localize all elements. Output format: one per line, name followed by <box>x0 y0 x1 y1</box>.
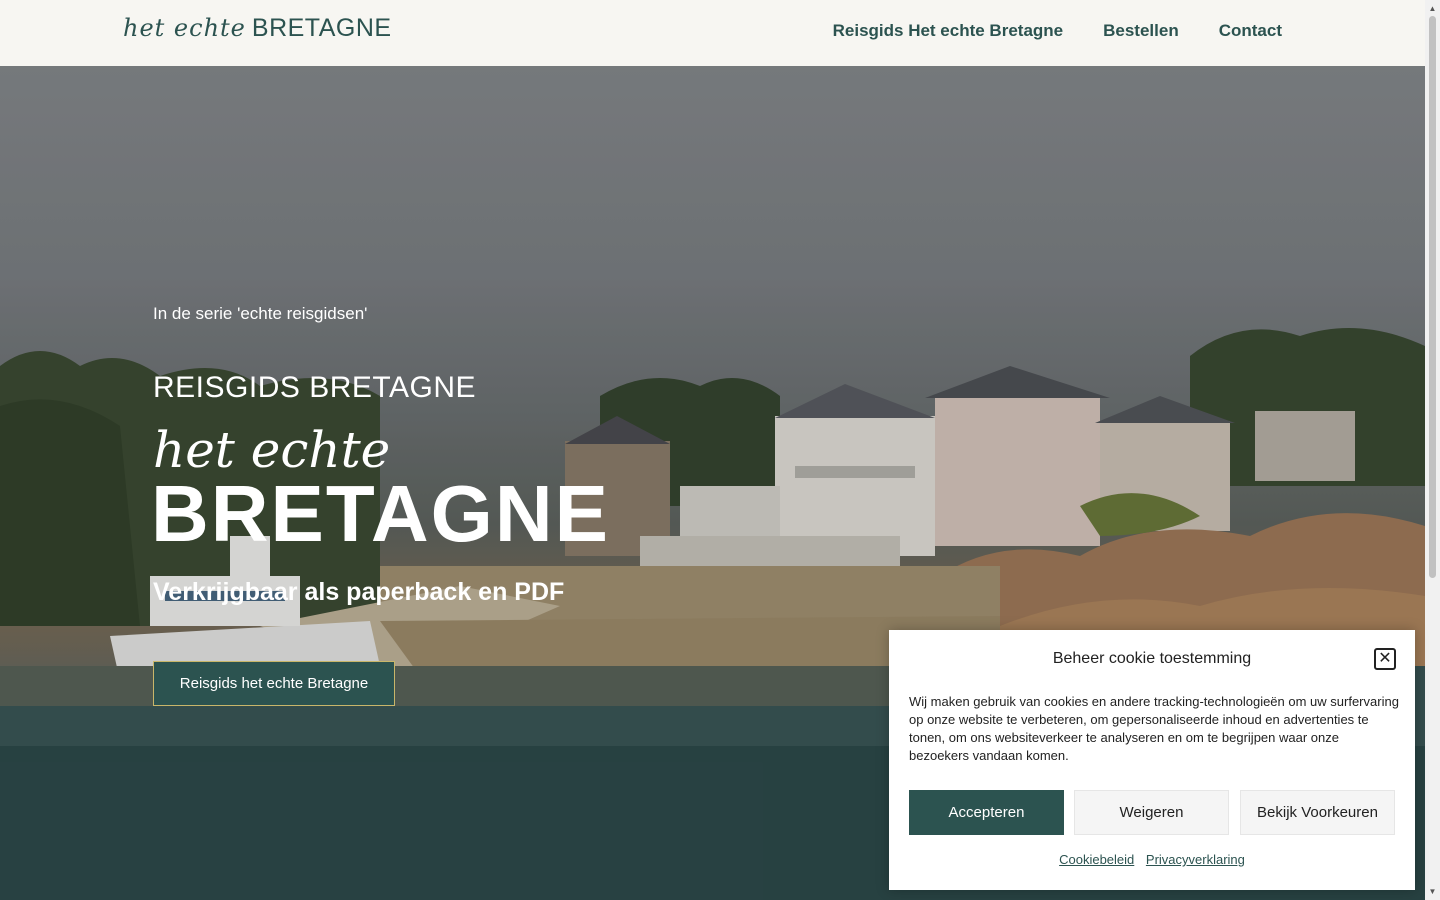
nav-item-reisgids[interactable]: Reisgids Het echte Bretagne <box>833 21 1064 41</box>
cookie-dialog-title: Beheer cookie toestemming <box>1052 650 1252 667</box>
main-nav: Reisgids Het echte Bretagne Bestellen Co… <box>833 21 1282 41</box>
cookie-consent-dialog: Beheer cookie toestemming ✕ Wij maken ge… <box>889 630 1415 890</box>
deny-cookies-button[interactable]: Weigeren <box>1074 790 1229 835</box>
hero-cta-button[interactable]: Reisgids het echte Bretagne <box>153 661 395 706</box>
hero-kicker: In de serie 'echte reisgidsen' <box>153 304 368 323</box>
scroll-down-arrow-icon[interactable]: ▼ <box>1428 887 1437 896</box>
site-header: het echte BRETAGNE Reisgids Het echte Br… <box>0 0 1425 66</box>
scroll-thumb[interactable] <box>1429 16 1436 578</box>
cookie-dialog-text: Wij maken gebruik van cookies en andere … <box>909 694 1399 763</box>
scroll-up-arrow-icon[interactable]: ▲ <box>1428 4 1437 13</box>
page-scrollbar[interactable]: ▲ ▼ <box>1425 0 1440 900</box>
accept-cookies-button[interactable]: Accepteren <box>909 790 1064 835</box>
nav-item-contact[interactable]: Contact <box>1219 21 1282 41</box>
logo-caps-text: BRETAGNE <box>251 14 392 42</box>
hero-tagline: Verkrijgbaar als paperback en PDF <box>153 578 565 606</box>
hero-subtitle: REISGIDS BRETAGNE <box>153 371 477 404</box>
view-preferences-button[interactable]: Bekijk Voorkeuren <box>1240 790 1395 835</box>
hero-title: BRETAGNE <box>151 469 610 558</box>
site-logo[interactable]: het echte BRETAGNE <box>123 14 392 43</box>
logo-script-text: het echte <box>123 14 246 42</box>
cookie-policy-link[interactable]: Cookiebeleid <box>1059 852 1134 867</box>
privacy-statement-link[interactable]: Privacyverklaring <box>1146 852 1245 867</box>
nav-item-bestellen[interactable]: Bestellen <box>1103 21 1179 41</box>
close-icon[interactable]: ✕ <box>1374 648 1396 670</box>
cookie-links: Cookiebeleid Privacyverklaring <box>889 852 1415 867</box>
